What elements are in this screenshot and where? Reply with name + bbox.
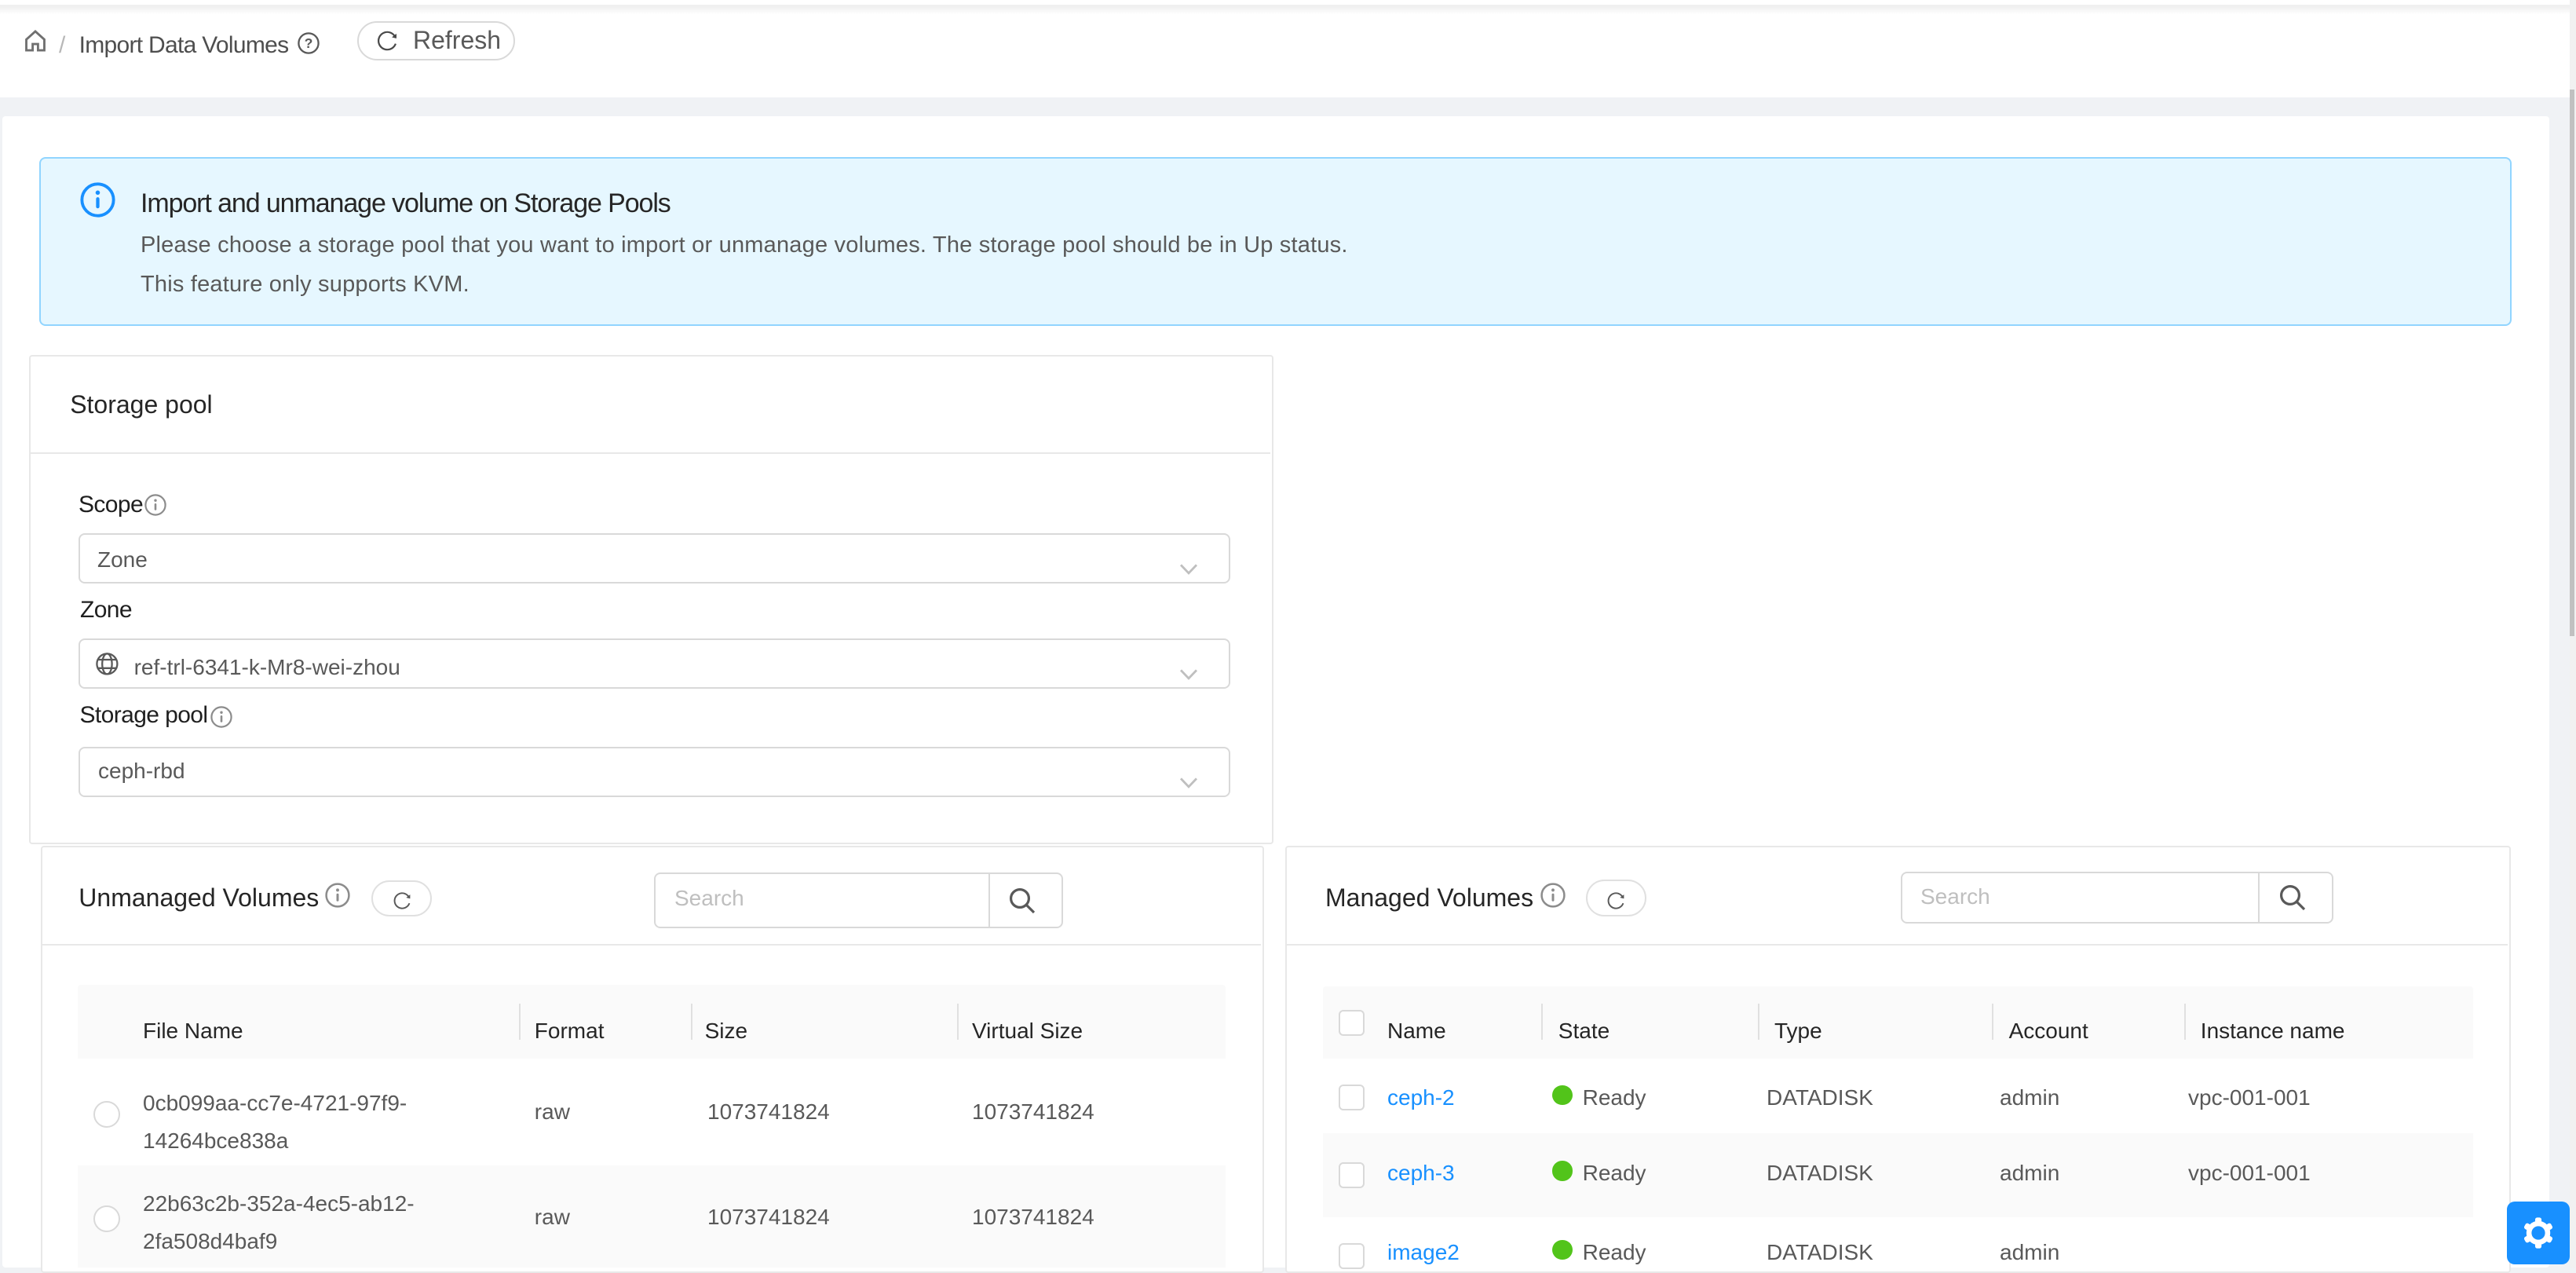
svg-text:?: ? [304, 35, 312, 51]
